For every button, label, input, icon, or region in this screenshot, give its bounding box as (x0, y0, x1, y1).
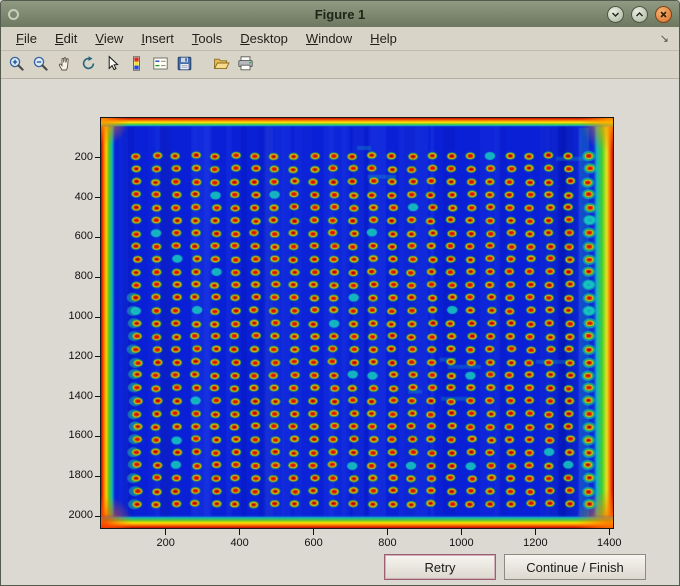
y-tick-label: 1400 (68, 389, 93, 402)
x-tick-label: 1200 (523, 537, 548, 549)
axes: 200 400 600 800 1000 1200 1400 1600 1800 2000 200 4… (69, 117, 622, 549)
zoom-in-icon (8, 55, 25, 75)
y-tick-label: 2000 (68, 509, 93, 522)
retry-button[interactable]: Retry (384, 554, 496, 580)
y-tick-mark (95, 396, 101, 398)
window-controls (607, 5, 672, 23)
toolbar-separator (197, 51, 209, 78)
x-tick-label: 1400 (597, 537, 622, 549)
y-tick-mark (95, 316, 101, 318)
menu-insert[interactable]: Insert (132, 28, 183, 49)
y-tick-label: 1200 (68, 349, 93, 362)
y-tick-mark (95, 475, 101, 477)
y-tick-label: 1000 (68, 310, 93, 323)
save-icon (176, 55, 193, 75)
toolbar (1, 51, 679, 79)
close-button[interactable] (655, 5, 672, 23)
y-tick-mark (95, 157, 101, 159)
zoom-in-button[interactable] (5, 53, 28, 76)
menu-desktop[interactable]: Desktop (231, 28, 297, 49)
y-tick-label: 200 (74, 150, 93, 163)
pan-icon (56, 55, 73, 75)
menu-tools[interactable]: Tools (183, 28, 231, 49)
menu-window[interactable]: Window (297, 28, 361, 49)
titlebar[interactable]: Figure 1 (1, 1, 679, 27)
minimize-button[interactable] (607, 5, 624, 23)
y-tick-mark (95, 356, 101, 358)
x-tick-label: 600 (304, 537, 323, 549)
print-button[interactable] (234, 53, 257, 76)
open-icon (213, 55, 230, 75)
rotate-3d-icon (80, 55, 97, 75)
menu-edit[interactable]: Edit (46, 28, 86, 49)
x-tick-mark (534, 529, 536, 535)
x-tick-mark (165, 529, 167, 535)
x-tick-mark (460, 529, 462, 535)
y-tick-mark (95, 197, 101, 199)
colorbar-button[interactable] (125, 53, 148, 76)
x-tick-label: 400 (230, 537, 249, 549)
open-button[interactable] (210, 53, 233, 76)
figure-window: Figure 1 File Edit View Insert Tools Desktop W… (0, 0, 680, 586)
menubar: File Edit View Insert Tools Desktop Window Help… (1, 27, 679, 51)
print-icon (237, 55, 254, 75)
y-tick-label: 1600 (68, 429, 93, 442)
x-tick-label: 200 (156, 537, 175, 549)
x-tick-label: 800 (378, 537, 397, 549)
colorbar-icon (128, 55, 145, 75)
pan-button[interactable] (53, 53, 76, 76)
continue-button[interactable]: Continue / Finish (504, 554, 646, 580)
maximize-button[interactable] (631, 5, 648, 23)
y-tick-label: 400 (74, 190, 93, 203)
y-tick-mark (95, 435, 101, 437)
menu-file[interactable]: File (7, 28, 46, 49)
y-tick-mark (95, 276, 101, 278)
heatmap-image[interactable] (100, 117, 614, 529)
insert-legend-button[interactable] (149, 53, 172, 76)
y-tick-label: 600 (74, 230, 93, 243)
x-tick-mark (608, 529, 610, 535)
insert-legend-icon (152, 55, 169, 75)
data-cursor-icon (104, 54, 121, 75)
data-cursor-button[interactable] (101, 53, 124, 76)
zoom-out-icon (32, 55, 49, 75)
x-tick-label: 1000 (449, 537, 474, 549)
x-tick-mark (313, 529, 315, 535)
figure-canvas-area: 200 400 600 800 1000 1200 1400 1600 1800 2000 200 4… (1, 79, 679, 585)
menu-view[interactable]: View (86, 28, 132, 49)
window-title: Figure 1 (314, 6, 366, 22)
x-tick-mark (386, 529, 388, 535)
y-tick-label: 1800 (68, 469, 93, 482)
y-tick-label: 800 (74, 270, 93, 283)
window-menu-icon[interactable] (8, 8, 19, 20)
y-tick-mark (95, 515, 101, 517)
x-tick-mark (239, 529, 241, 535)
save-button[interactable] (173, 53, 196, 76)
zoom-out-button[interactable] (29, 53, 52, 76)
menubar-collapse-icon[interactable]: ↘ (660, 32, 673, 45)
rotate-3d-button[interactable] (77, 53, 100, 76)
y-tick-mark (95, 236, 101, 238)
menu-items: File Edit View Insert Tools Desktop Window Help (7, 28, 406, 49)
menu-help[interactable]: Help (361, 28, 406, 49)
